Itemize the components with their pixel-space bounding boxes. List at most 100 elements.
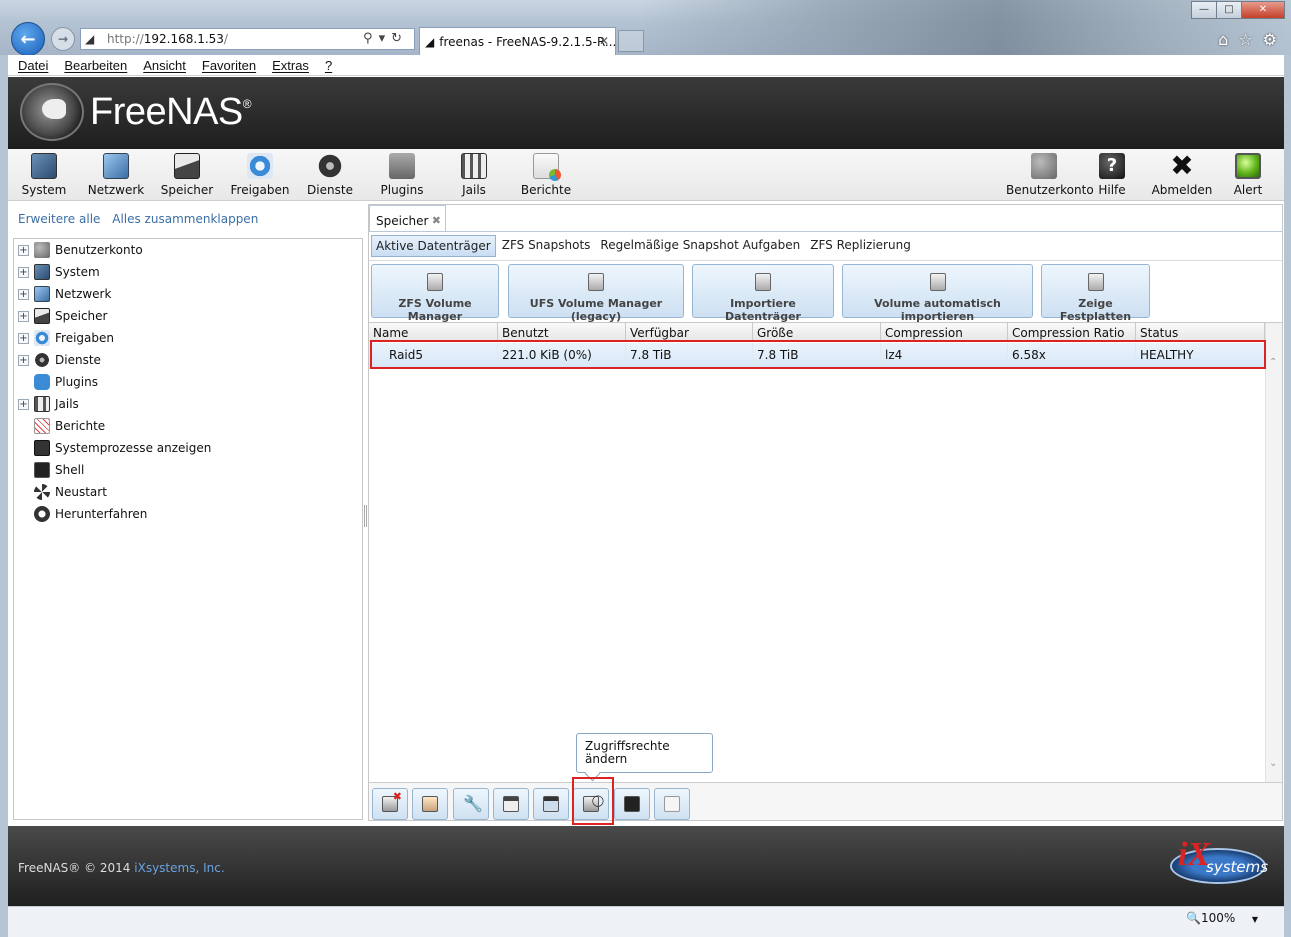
tree-item-speicher[interactable]: + Speicher [14,306,107,326]
address-bar[interactable]: ◢ http://192.168.1.53/ ⚲▾↻ [80,28,415,50]
toolbar-abmelden[interactable]: ✖ Abmelden [1146,152,1218,198]
back-button[interactable]: ← [11,22,45,56]
maximize-button[interactable]: □ [1216,1,1242,19]
toolbar-freigaben[interactable]: Freigaben [224,153,296,197]
menu-help[interactable]: ? [325,58,332,73]
toolbar-dienste[interactable]: Dienste [294,153,366,197]
menu-favoriten[interactable]: Favoriten [202,58,256,73]
settings-gear-icon[interactable]: ⚙ [1263,30,1277,49]
services-icon [34,352,50,368]
close-window-button[interactable]: ✕ [1241,1,1285,19]
tree-item-systemprozesse[interactable]: Systemprozesse anzeigen [14,438,211,458]
toolbar-benutzerkonto[interactable]: Benutzerkonto [1006,153,1094,197]
shares-icon [34,330,50,346]
ixsystems-logo: iX systems [1170,834,1270,898]
auto-import-volume-button[interactable]: Volume automatisch importieren [842,264,1033,323]
create-zvol-button[interactable] [614,788,650,820]
menu-datei[interactable]: Datei [18,58,48,73]
subtab-zfs-replizierung[interactable]: ZFS Replizierung [806,235,915,257]
toolbar-system[interactable]: System [8,153,80,197]
browser-tab[interactable]: ◢ freenas - FreeNAS-9.2.1.5-R... ✕ [419,27,616,55]
minimize-button[interactable]: — [1191,1,1217,19]
panel-splitter[interactable] [364,505,367,527]
expand-plus-icon[interactable]: + [18,398,29,410]
zfs-volume-manager-button[interactable]: ZFS Volume Manager [371,264,499,323]
expand-plus-icon[interactable]: + [18,244,29,256]
processes-icon [34,440,50,456]
tree-controls: Erweitere alle Alles zusammenklappen [18,212,266,226]
table-scrollbar[interactable]: ⌃ ⌄ [1265,323,1282,783]
scroll-up-icon[interactable]: ⌃ [1269,357,1277,368]
ufs-volume-manager-button[interactable]: UFS Volume Manager (legacy) [508,264,684,323]
toolbar-netzwerk[interactable]: Netzwerk [80,153,152,197]
tab-close-icon[interactable]: ✖ [432,214,441,227]
new-tab-button[interactable] [618,30,644,52]
tree-item-jails[interactable]: + Jails [14,394,79,414]
tree-item-benutzerkonto[interactable]: + Benutzerkonto [14,240,143,260]
subtab-snapshot-aufgaben[interactable]: Regelmäßige Snapshot Aufgaben [596,235,804,257]
subtab-aktive-datentraeger[interactable]: Aktive Datenträger [371,235,496,257]
shares-icon [247,153,273,179]
volume-status-button[interactable] [533,788,569,820]
favorites-star-icon[interactable]: ☆ [1238,30,1252,49]
browser-menubar: Datei Bearbeiten Ansicht Favoriten Extra… [8,55,1284,76]
menu-extras[interactable]: Extras [272,58,309,73]
toolbar-hilfe[interactable]: ? Hilfe [1076,153,1148,197]
import-volume-button[interactable]: Importiere Datenträger [692,264,834,323]
blank-page-icon [664,796,680,812]
expand-plus-icon[interactable]: + [18,266,29,278]
tab-speicher[interactable]: Speicher ✖ [369,205,446,232]
plugins-icon [34,374,50,390]
tree-item-plugins[interactable]: Plugins [14,372,98,392]
ixsystems-link[interactable]: iXsystems, Inc. [134,861,224,875]
tree-item-netzwerk[interactable]: + Netzwerk [14,284,111,304]
dropdown-icon[interactable]: ▾ [379,31,392,46]
tree-item-freigaben[interactable]: + Freigaben [14,328,114,348]
tree-item-dienste[interactable]: + Dienste [14,350,101,370]
wrench-icon: 🔧 [463,794,483,813]
expand-plus-icon[interactable]: + [18,288,29,300]
forward-button[interactable]: → [51,27,75,51]
subtab-zfs-snapshots[interactable]: ZFS Snapshots [498,235,595,257]
system-icon [34,264,50,280]
reports-icon [34,418,50,434]
menu-bearbeiten[interactable]: Bearbeiten [64,58,127,73]
toolbar-plugins[interactable]: Plugins [366,153,438,197]
expand-all-link[interactable]: Erweitere alle [18,212,100,226]
toolbar-alert[interactable]: Alert [1212,153,1284,197]
upgrade-button[interactable] [654,788,690,820]
tree-item-herunterfahren[interactable]: Herunterfahren [14,504,147,524]
toolbar-speicher[interactable]: Speicher [151,153,223,197]
tab-close-icon[interactable]: ✕ [599,34,609,48]
scroll-down-icon[interactable]: ⌄ [1269,758,1277,769]
expand-plus-icon[interactable]: + [18,332,29,344]
toolbar-jails[interactable]: Jails [438,153,510,197]
tree-item-shell[interactable]: Shell [14,460,84,480]
arrow-left-icon: ← [20,28,36,50]
toolbar-berichte[interactable]: Berichte [510,153,582,197]
scrub-volume-button[interactable] [412,788,448,820]
collapse-all-link[interactable]: Alles zusammenklappen [112,212,258,226]
volumes-table: Name Benutzt Verfügbar Größe Compression… [369,322,1282,783]
system-icon [31,153,57,179]
menu-ansicht[interactable]: Ansicht [143,58,186,73]
tree-item-berichte[interactable]: Berichte [14,416,105,436]
refresh-icon[interactable]: ↻ [391,31,408,46]
tree-item-neustart[interactable]: Neustart [14,482,107,502]
expand-plus-icon[interactable]: + [18,354,29,366]
site-favicon: ◢ [85,32,95,46]
detach-volume-button[interactable]: ✖ [372,788,408,820]
tree-item-system[interactable]: + System [14,262,100,282]
zoom-control[interactable]: 🔍100% [1186,911,1258,925]
expand-plus-icon[interactable]: + [18,310,29,322]
create-dataset-button[interactable] [493,788,529,820]
edit-options-button[interactable]: 🔧 [453,788,489,820]
home-icon[interactable]: ⌂ [1218,30,1228,49]
address-tools[interactable]: ⚲▾↻ [363,31,408,46]
window-frame-left [0,55,8,937]
search-icon[interactable]: ⚲ [363,31,379,46]
zvol-add-icon [624,796,640,812]
highlight-box-row [370,340,1266,369]
view-disks-button[interactable]: Zeige Festplatten [1041,264,1150,323]
volume-import-icon [755,273,771,291]
